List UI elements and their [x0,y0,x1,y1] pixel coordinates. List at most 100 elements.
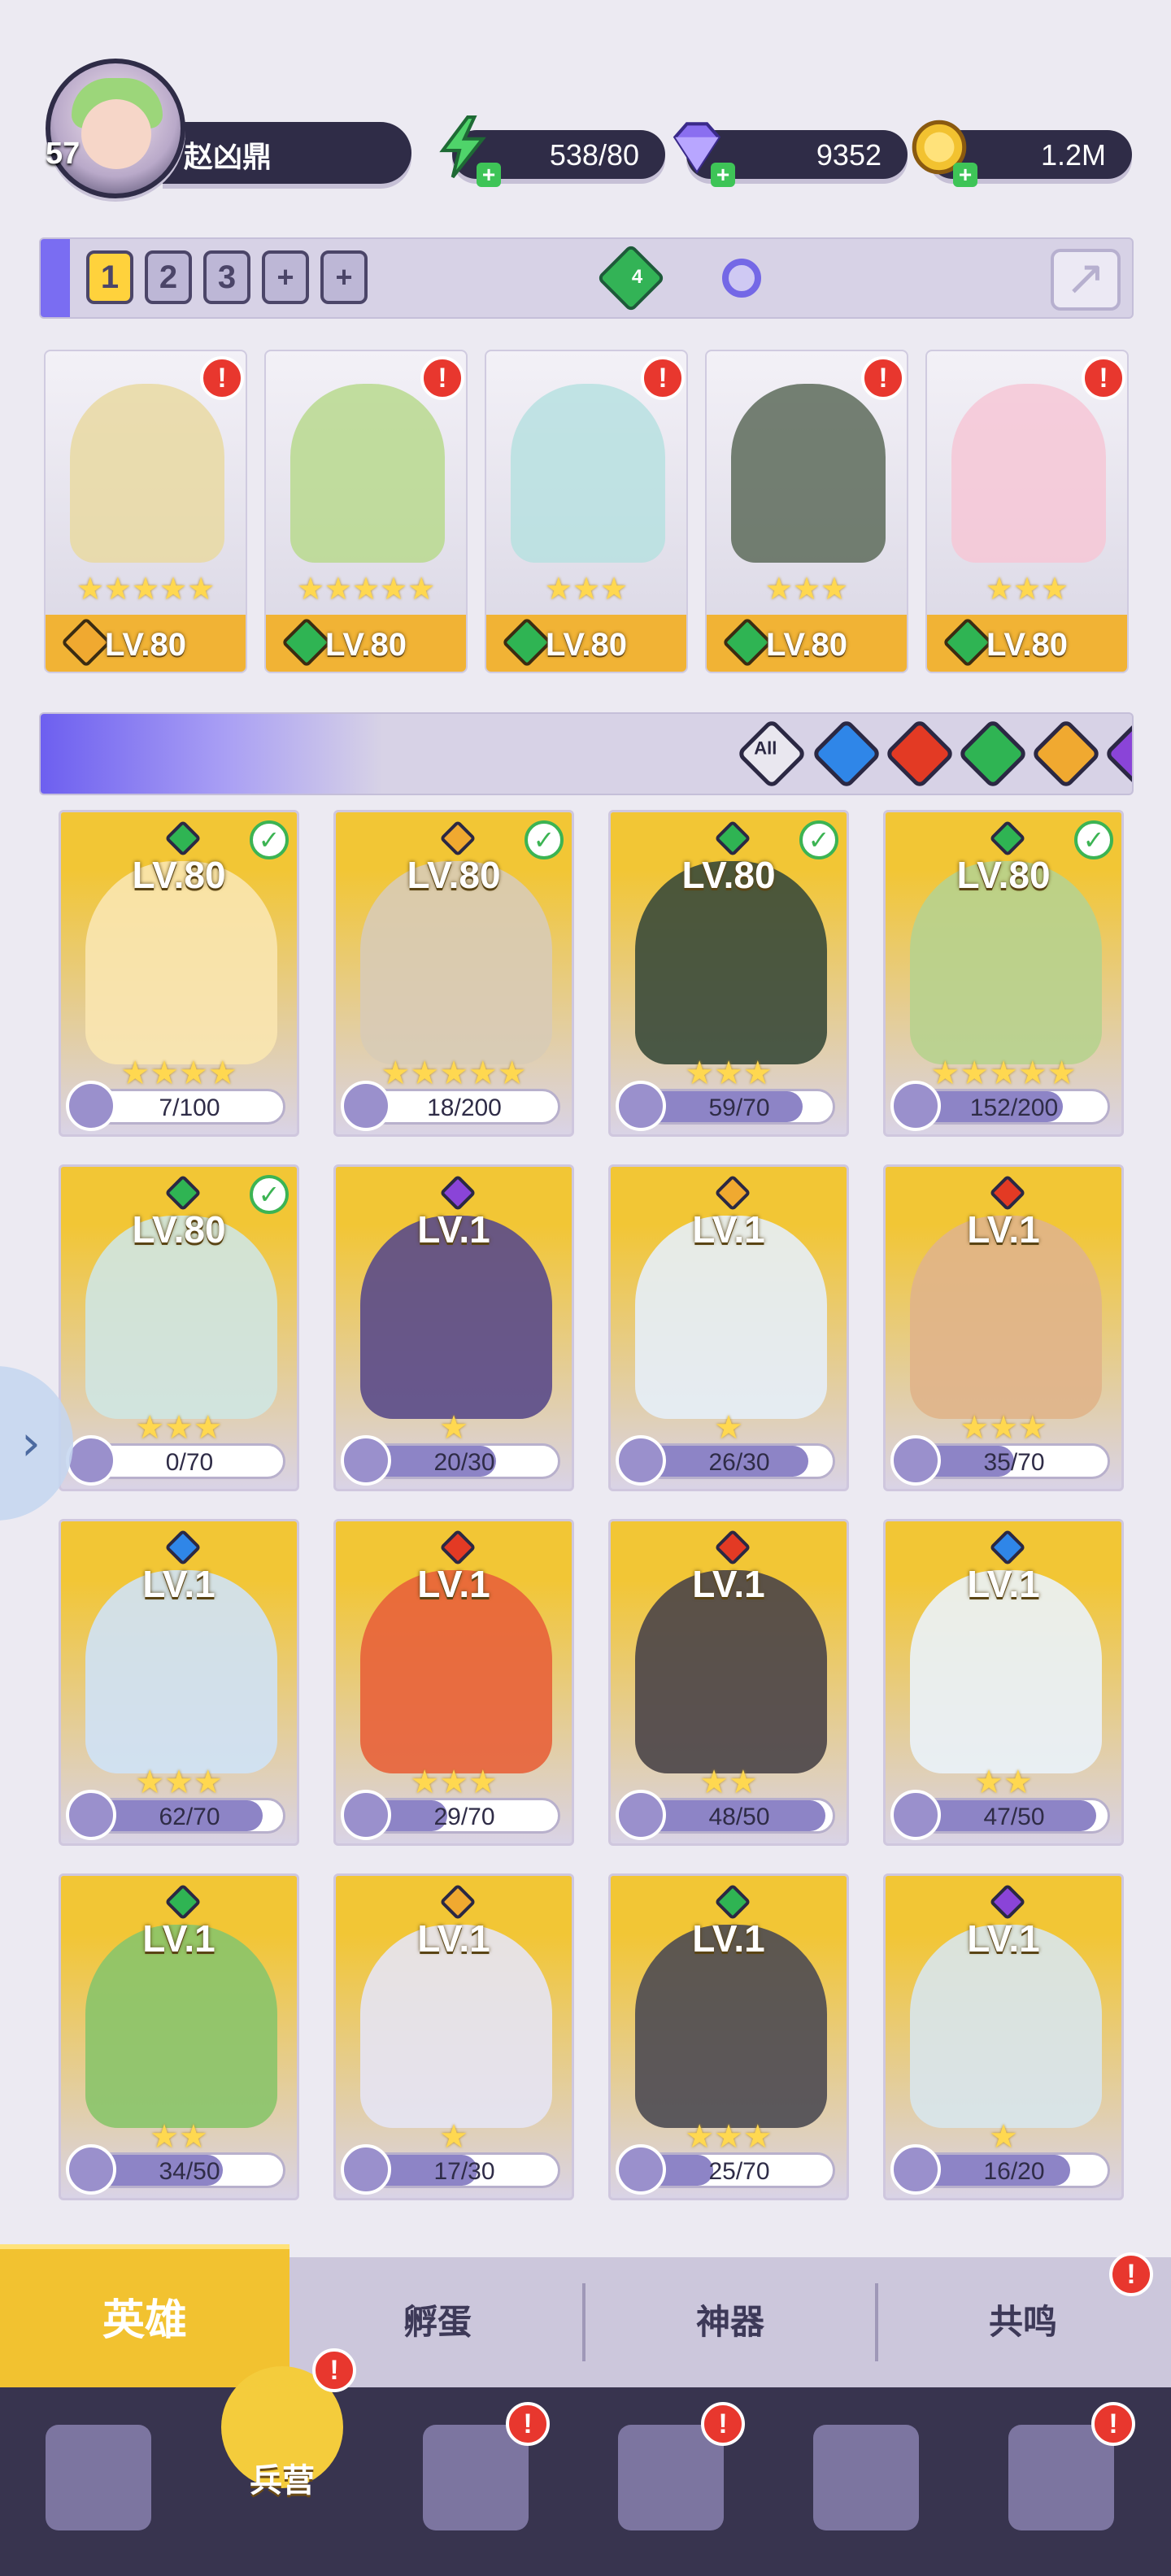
star-rating: ★★★ [544,571,629,607]
team-slot-1[interactable]: ! ★★★★★ LV.80 [44,350,247,673]
shard-progress-bar: 62/70 [94,1798,285,1834]
filter-all-icon[interactable]: All [736,718,808,790]
hero-card[interactable]: ✓ LV.80 ★★★★★ 18/200 [333,810,574,1137]
nav-castle[interactable]: ! [602,2402,745,2547]
nature-element-icon [989,820,1026,857]
team-tab-add-2[interactable]: + [320,250,368,304]
water-element-icon [989,1529,1026,1566]
hero-level: LV.1 [692,1208,765,1251]
shard-progress-bar: 16/20 [918,2152,1110,2188]
hero-level: LV.1 [417,1563,490,1605]
hero-card[interactable]: ✓ LV.80 ★★★★★ 152/200 [883,810,1124,1137]
team-slot-3[interactable]: ! ★★★ LV.80 [485,350,688,673]
hero-card[interactable]: LV.1 ★★★ 25/70 [608,1873,849,2200]
star-rating: ★★★ [764,571,849,607]
shard-progress-bar: 0/70 [94,1443,285,1479]
team-tab-2[interactable]: 2 [145,250,192,304]
star-rating: ★★★ [985,571,1069,607]
team-slot-alert: ! [861,356,905,400]
hero-card[interactable]: LV.1 ★★★ 29/70 [333,1519,574,1846]
hero-level: LV.1 [142,1917,215,1960]
hero-card[interactable]: LV.1 ★ 20/30 [333,1164,574,1491]
subtab-artifact[interactable]: 神器 [586,2257,875,2387]
gold-plus-icon[interactable]: + [953,163,977,187]
shard-progress-bar: 35/70 [918,1443,1110,1479]
hero-card[interactable]: ✓ LV.80 ★★★ 59/70 [608,810,849,1137]
search-icon[interactable] [722,259,761,298]
team-slot-level: LV.80 [324,627,407,663]
hero-card[interactable]: ✓ LV.80 ★★★★ 7/100 [59,810,299,1137]
hero-card[interactable]: LV.1 ★★★ 35/70 [883,1164,1124,1491]
nature-element-icon [714,1883,751,1921]
shard-progress-bar: 34/50 [94,2152,285,2188]
hero-card[interactable]: LV.1 ★ 17/30 [333,1873,574,2200]
player-name-bar: 赵凶鼎 [163,122,411,184]
hero-portrait [290,384,445,563]
star-rating: ★★★★★ [296,571,436,607]
team-element-badge-icon[interactable]: 4 [596,243,666,313]
hero-portrait [511,384,665,563]
filter-fire-icon[interactable] [884,718,956,790]
nav-mushroom-house[interactable] [797,2408,935,2547]
nav-barracks[interactable]: ! 兵营 [213,2348,356,2500]
hero-shard-icon [341,1790,391,1840]
diamond-counter[interactable]: + 9352 [673,122,908,187]
shard-progress-bar: 18/200 [368,1089,560,1125]
player-level: 57 [46,137,81,171]
shard-progress-text: 25/70 [708,2158,770,2185]
hero-shard-icon [616,1081,666,1131]
hero-card[interactable]: LV.1 ★ 26/30 [608,1164,849,1491]
diamond-plus-icon[interactable]: + [711,163,735,187]
hero-card[interactable]: LV.1 ★★ 48/50 [608,1519,849,1846]
shard-progress-text: 16/20 [983,2158,1045,2185]
gold-counter[interactable]: + 1.2M [912,120,1132,187]
nature-element-icon [164,1174,202,1212]
hero-card[interactable]: LV.1 ★★ 34/50 [59,1873,299,2200]
hero-shard-icon [890,2144,941,2195]
team-slot-5[interactable]: ! ★★★ LV.80 [925,350,1129,673]
filter-water-icon[interactable] [811,718,882,790]
hero-card[interactable]: ✓ LV.80 ★★★ 0/70 [59,1164,299,1491]
team-tab-1[interactable]: 1 [86,250,133,304]
hero-shard-icon [66,1081,116,1131]
shard-progress-text: 7/100 [159,1094,220,1121]
diamond-value: 9352 [816,138,882,172]
filter-light-icon[interactable] [1030,718,1102,790]
team-slot-2[interactable]: ! ★★★★★ LV.80 [264,350,468,673]
water-element-icon [164,1529,202,1566]
hero-level: LV.80 [407,854,501,896]
cards-icon [46,2425,151,2530]
shard-progress-bar: 25/70 [643,2152,835,2188]
shard-progress-text: 18/200 [427,1094,502,1121]
hero-portrait [70,384,224,563]
player-avatar[interactable] [46,59,185,198]
team-tab-3[interactable]: 3 [203,250,250,304]
nav-guild[interactable]: ! [992,2402,1135,2547]
team-tab-add-1[interactable]: + [262,250,309,304]
hero-card[interactable]: LV.1 ★★★ 62/70 [59,1519,299,1846]
light-element-icon [439,820,477,857]
team-slot-alert: ! [420,356,464,400]
shard-progress-text: 47/50 [983,1804,1045,1830]
nav-map-book[interactable]: ! [407,2402,550,2547]
share-icon[interactable]: ↗ [1051,249,1121,311]
shard-progress-text: 17/30 [433,2158,495,2185]
hero-shard-icon [341,1081,391,1131]
filter-dark-icon[interactable] [1104,718,1132,790]
fire-element-icon [989,1174,1026,1212]
energy-plus-icon[interactable]: + [477,163,501,187]
team-slot-4[interactable]: ! ★★★ LV.80 [705,350,908,673]
filter-nature-icon[interactable] [957,718,1029,790]
hero-card[interactable]: LV.1 ★★ 47/50 [883,1519,1124,1846]
hero-shard-icon [66,1435,116,1486]
energy-counter[interactable]: + 538/80 [439,115,665,187]
hero-level: LV.1 [967,1917,1040,1960]
dark-element-icon [439,1174,477,1212]
team-slot-level: LV.80 [104,627,187,663]
nav-cards[interactable] [29,2408,168,2547]
gold-value: 1.2M [1040,138,1106,172]
hero-card[interactable]: LV.1 ★ 16/20 [883,1873,1124,2200]
hero-level: LV.1 [967,1208,1040,1251]
star-rating: ★★★★★ [76,571,215,607]
nav-guild-alert: ! [1091,2402,1135,2446]
